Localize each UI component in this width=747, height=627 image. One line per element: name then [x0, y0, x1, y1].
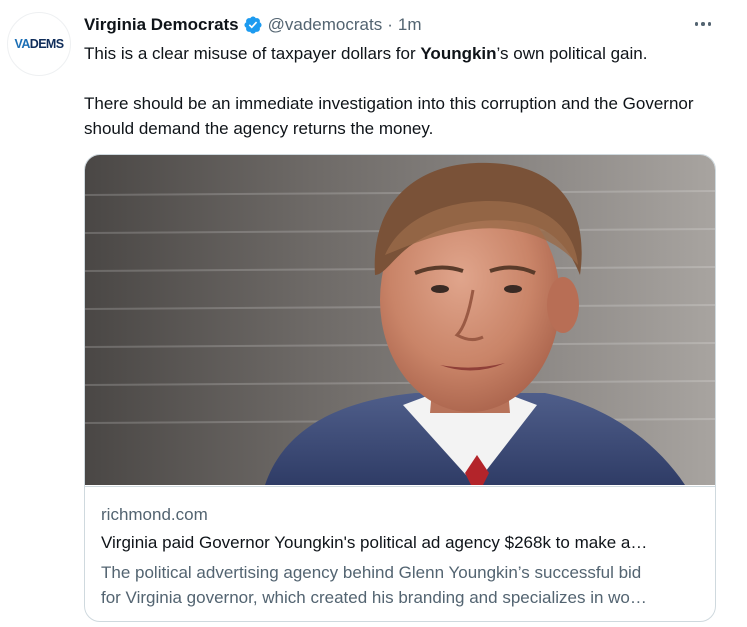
more-dot: [707, 22, 712, 26]
avatar-text-dems: DEMS: [29, 37, 64, 51]
tweet-text-after: ’s own political gain.: [496, 44, 648, 63]
account-handle[interactable]: @vademocrats: [268, 15, 383, 35]
card-title: Virginia paid Governor Youngkin's politi…: [101, 533, 648, 552]
tweet-header: Virginia Democrats @vademocrats · 1m: [84, 12, 422, 38]
card-photo[interactable]: [85, 155, 715, 485]
more-dot: [701, 22, 705, 26]
card-domain: richmond.com: [101, 505, 208, 524]
tweet-paragraph-1: This is a clear misuse of taxpayer dolla…: [84, 41, 724, 66]
account-name[interactable]: Virginia Democrats: [84, 15, 239, 35]
tweet-timestamp[interactable]: 1m: [398, 15, 422, 35]
tweet-text: This is a clear misuse of taxpayer dolla…: [84, 41, 724, 141]
card-description: The political advertising agency behind …: [101, 560, 701, 610]
tweet-text-before: This is a clear misuse of taxpayer dolla…: [84, 44, 421, 63]
more-options-icon[interactable]: [690, 14, 716, 34]
link-card[interactable]: richmond.com Virginia paid Governor Youn…: [84, 154, 716, 622]
card-meta[interactable]: richmond.com Virginia paid Governor Youn…: [85, 486, 715, 621]
tweet-paragraph-2: There should be an immediate investigati…: [84, 94, 694, 138]
card-description-line-1: The political advertising agency behind …: [101, 563, 642, 582]
tweet[interactable]: VA DEMS Virginia Democrats @vademocrats ·…: [0, 0, 747, 627]
separator-dot: ·: [387, 15, 393, 34]
card-description-line-2: for Virginia governor, which created his…: [101, 588, 647, 607]
tweet-text-bold: Youngkin: [420, 44, 497, 63]
avatar[interactable]: VA DEMS: [7, 12, 71, 76]
more-dot: [694, 22, 699, 26]
verified-badge-icon: [244, 16, 262, 34]
avatar-text-va: VA: [14, 37, 31, 51]
